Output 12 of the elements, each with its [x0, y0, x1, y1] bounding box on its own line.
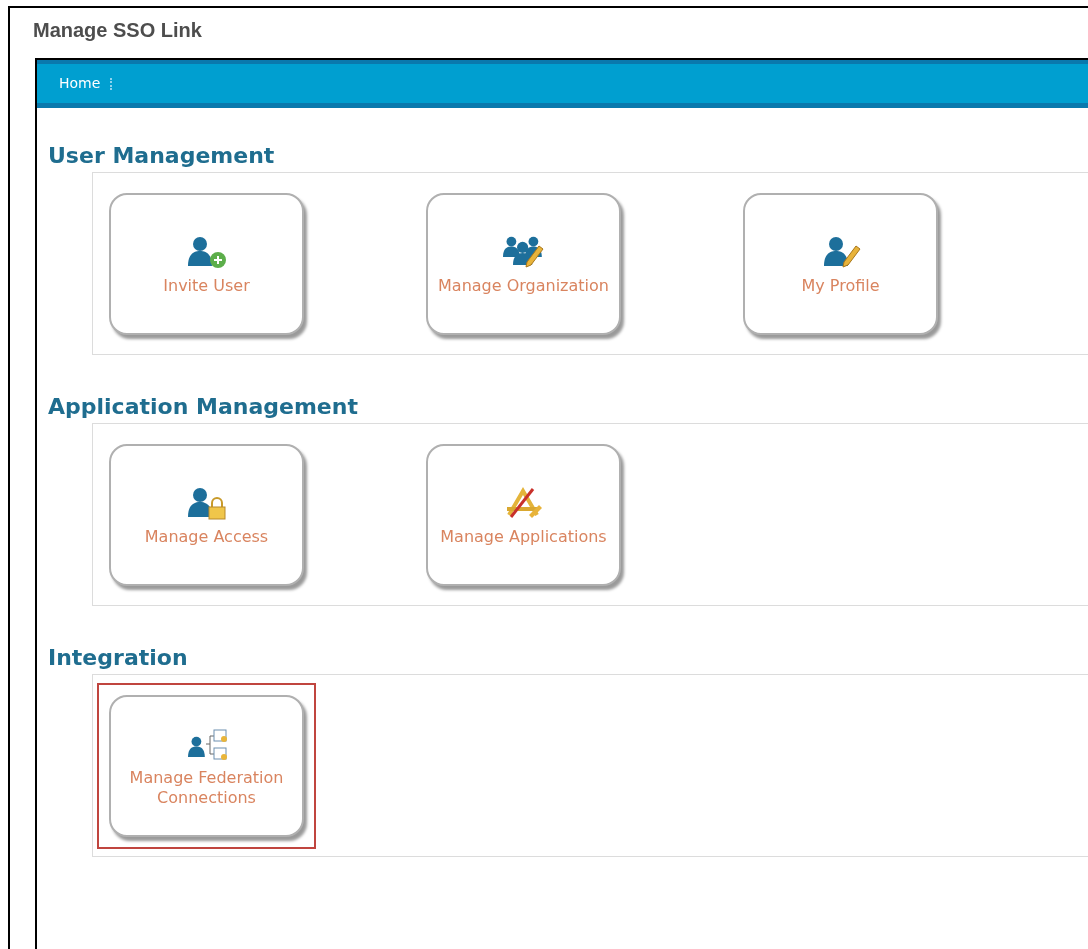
separator-icon: [110, 77, 113, 90]
page-title: Manage SSO Link: [33, 18, 203, 42]
nav-link[interactable]: Home: [59, 73, 101, 94]
section-heading: Application Management: [48, 393, 359, 421]
tile-button[interactable]: Invite User: [109, 192, 304, 335]
tile-button[interactable]: Manage Applications: [426, 443, 621, 586]
section-heading: Integration: [48, 644, 189, 672]
tile-button[interactable]: My Profile: [743, 192, 938, 335]
section-heading: User Management: [48, 142, 276, 170]
tile-button[interactable]: Manage Federation Connections: [109, 694, 304, 837]
tile-button[interactable]: Manage Organization: [426, 192, 621, 335]
tile-button[interactable]: Manage Access: [109, 443, 304, 586]
